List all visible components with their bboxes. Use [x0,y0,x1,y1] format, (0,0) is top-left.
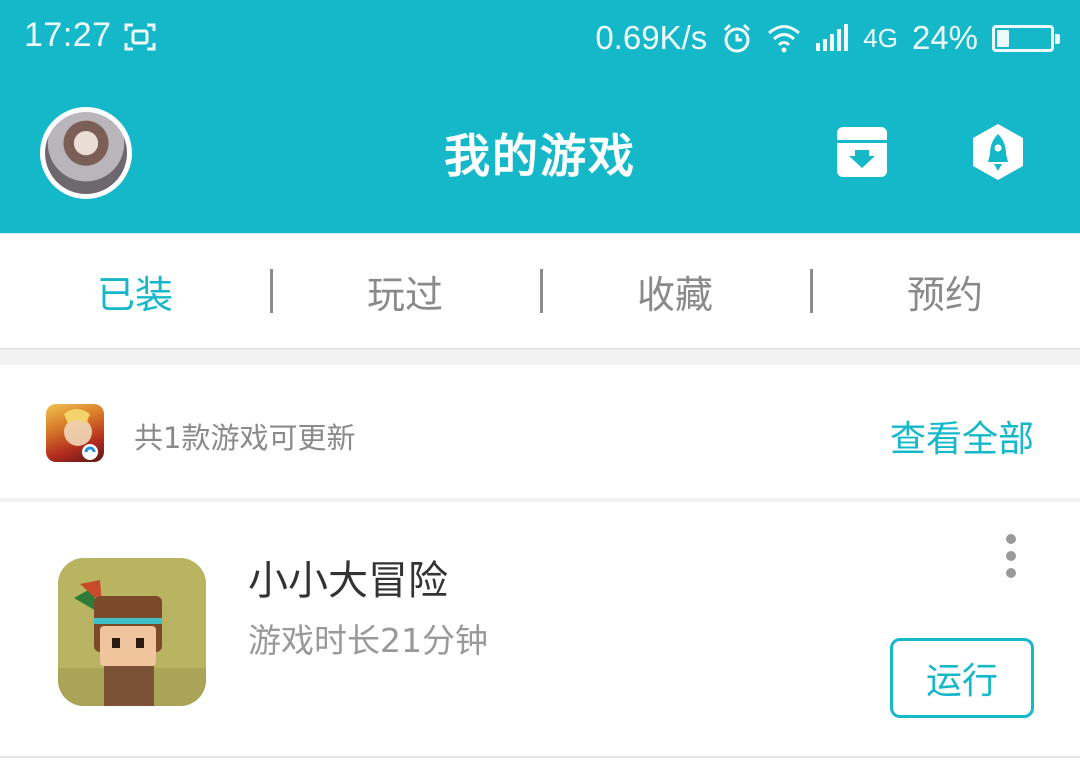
signal-icon [816,24,849,51]
network-type: 4G [863,22,898,53]
status-time: 17:27 [24,16,112,54]
view-all-link[interactable]: 查看全部 [890,410,1034,462]
tab-installed[interactable]: 已装 [0,234,270,348]
rocket-icon [973,124,1023,180]
update-count-text: 共1款游戏可更新 [134,421,356,455]
download-button[interactable] [832,122,892,182]
download-box-icon [837,127,887,177]
battery-percent: 24% [911,19,978,56]
wifi-icon [768,25,801,53]
run-button[interactable]: 运行 [890,638,1034,718]
more-options-button[interactable] [996,534,1026,578]
page-title: 我的游戏 [444,129,636,183]
status-bar: 17:27 0.69K/s 4G 24% [0,0,1080,75]
list-continuation [0,758,1080,771]
battery-icon [992,24,1060,52]
battery-level [997,29,1009,47]
alarm-icon [724,23,751,53]
more-dot-icon [1006,551,1016,561]
net-speed: 0.69K/s [595,19,708,56]
more-dot-icon [1006,534,1016,544]
game-icon[interactable] [58,558,206,706]
tab-bar: 已装 玩过 收藏 预约 [0,233,1080,349]
tab-reserved[interactable]: 预约 [810,234,1080,348]
tab-played[interactable]: 玩过 [270,234,540,348]
app-header: 17:27 0.69K/s 4G 24% 我的游戏 [0,0,1080,233]
tab-favorites[interactable]: 收藏 [540,234,810,348]
game-playtime: 游戏时长21分钟 [248,621,488,660]
more-dot-icon [1006,568,1016,578]
status-right: 0.69K/s 4G 24% [595,16,1060,60]
game-title: 小小大冒险 [248,558,448,604]
speed-boost-button[interactable] [968,122,1028,182]
update-game-icon [46,404,104,462]
screenshot-icon [124,23,156,51]
